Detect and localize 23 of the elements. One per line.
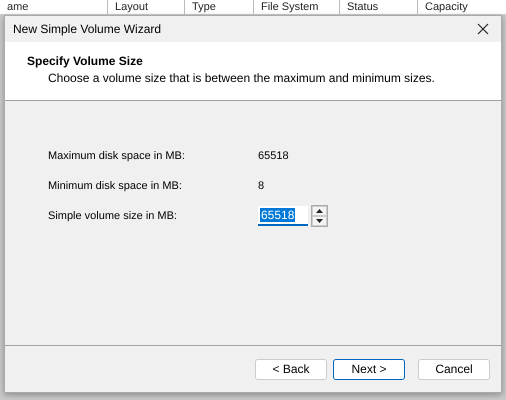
column-header[interactable]: Status	[340, 0, 418, 14]
field-label: Simple volume size in MB:	[48, 210, 178, 222]
column-header[interactable]: Layout	[108, 0, 185, 14]
field-label: Minimum disk space in MB:	[48, 180, 183, 192]
field-label: Maximum disk space in MB:	[48, 150, 186, 162]
page-subheading: Choose a volume size that is between the maximum and minimum sizes.	[48, 71, 436, 85]
back-button[interactable]: < Back	[255, 358, 327, 380]
field-value: 8	[258, 180, 264, 192]
page-heading: Specify Volume Size	[27, 54, 144, 68]
size-input-field[interactable]: 65518	[258, 206, 308, 226]
next-button[interactable]: Next >	[333, 358, 405, 380]
close-icon[interactable]	[477, 23, 489, 35]
column-header[interactable]: Capacity	[418, 0, 506, 14]
column-header[interactable]: ame	[0, 0, 108, 14]
column-header[interactable]: File System	[254, 0, 340, 14]
field-value: 65518	[258, 150, 289, 162]
spin-up-button[interactable]	[312, 206, 327, 216]
column-header[interactable]: Type	[185, 0, 254, 14]
up-triangle-icon	[316, 208, 323, 212]
window-title: New Simple Volume Wizard	[13, 22, 162, 36]
down-triangle-icon	[316, 218, 323, 222]
cancel-button[interactable]: Cancel	[418, 358, 490, 380]
spin-down-button[interactable]	[312, 216, 327, 226]
